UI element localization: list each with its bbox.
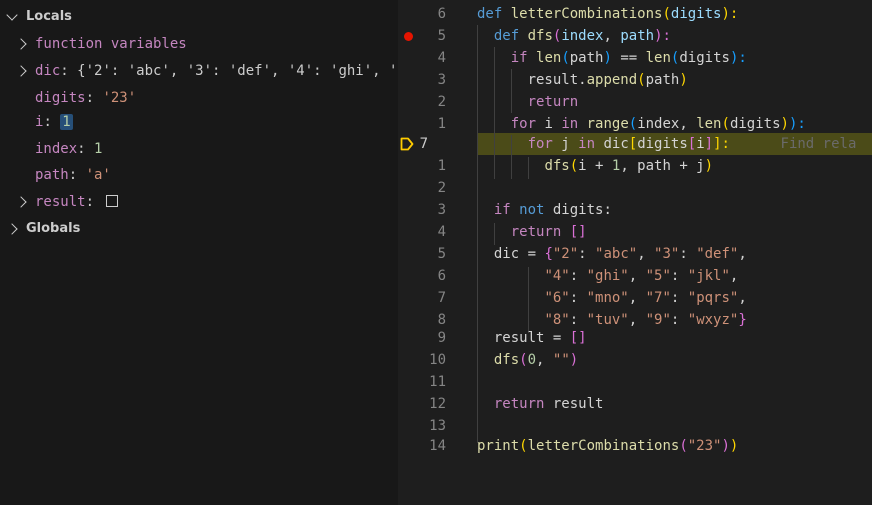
code-line: if len(path) == len(digits): [510,50,747,66]
code-line: result = [] [493,330,587,346]
line-number: 1 [437,116,446,132]
line-number: 5 [437,28,446,44]
line-number: 1 [437,158,446,174]
code-line: def letterCombinations(digits): [477,6,739,22]
code-line: return [] [510,224,587,240]
globals-section-header[interactable]: Globals [0,218,398,240]
variable-result[interactable]: result: [0,191,398,213]
inline-hint: Find rela [780,136,857,152]
chevron-right-icon [15,38,27,50]
locals-section-header[interactable]: Locals [0,6,398,28]
line-number: 3 [437,202,446,218]
line-number: 11 [429,374,446,390]
variable-function-variables[interactable]: function variables [0,33,398,55]
variable-value: '23' [102,90,137,106]
variable-digits[interactable]: digits: '23' [0,87,398,109]
variable-dic[interactable]: dic: {'2': 'abc', '3': 'def', '4': 'ghi'… [0,60,398,82]
variable-value: {'2': 'abc', '3': 'def', '4': 'ghi', '5… [77,63,398,79]
line-number: 14 [429,438,446,454]
code-line: dic = {"2": "abc", "3": "def", [493,246,747,262]
code-editor[interactable]: 6 5 4 3 2 1 7 1 2 3 4 5 6 7 8 9 10 11 12… [398,0,872,505]
chevron-right-icon [15,65,27,77]
code-line: if not digits: [493,202,612,218]
code-line: print(letterCombinations("23")) [477,438,739,454]
line-number: 4 [437,50,446,66]
empty-list-icon [106,195,119,207]
line-number: 6 [437,6,446,22]
debugger-window: Locals function variables dic: {'2': 'ab… [0,0,872,505]
code-line: def dfs(index, path): [493,28,671,44]
code-line: dfs(0, "") [493,352,579,368]
line-number: 12 [429,396,446,412]
code-line: "4": "ghi", "5": "jkl", [544,268,739,284]
variables-panel: Locals function variables dic: {'2': 'ab… [0,0,398,505]
variable-value: 'a' [85,167,111,183]
code-line: for i in range(index, len(digits)): [510,116,806,132]
code-line: "6": "mno", "7": "pqrs", [544,290,747,306]
variable-name: path [35,167,69,183]
code-line: result.append(path) [527,72,688,88]
variable-name: index [35,141,78,157]
variable-value: 1 [60,114,73,130]
variable-name: dic [35,63,61,79]
variable-name: digits [35,90,86,106]
code-line: return [527,94,579,110]
line-number: 10 [429,352,446,368]
code-line: dfs(i + 1, path + j) [544,158,714,174]
current-line-number: 7 [419,136,428,152]
line-number: 5 [437,246,446,262]
variable-name: result [35,194,86,210]
chevron-right-icon [6,223,18,235]
line-number: 4 [437,224,446,240]
variable-i[interactable]: i: 1 [0,111,398,133]
line-number: 2 [437,180,446,196]
function-variables-label: function variables [35,36,187,52]
line-number: 2 [437,94,446,110]
globals-label: Globals [26,221,81,236]
locals-label: Locals [26,9,72,24]
code-line: return result [493,396,604,412]
line-number: 7 [437,290,446,306]
current-code-line: for j in dic[digits[i]]: Find rela [527,136,857,152]
variable-index[interactable]: index: 1 [0,138,398,160]
chevron-right-icon [15,196,27,208]
line-number: 13 [429,418,446,434]
variable-value: 1 [94,141,103,157]
line-number: 9 [437,330,446,346]
line-number: 3 [437,72,446,88]
line-number: 6 [437,268,446,284]
variable-path[interactable]: path: 'a' [0,164,398,186]
chevron-down-icon [6,9,18,21]
